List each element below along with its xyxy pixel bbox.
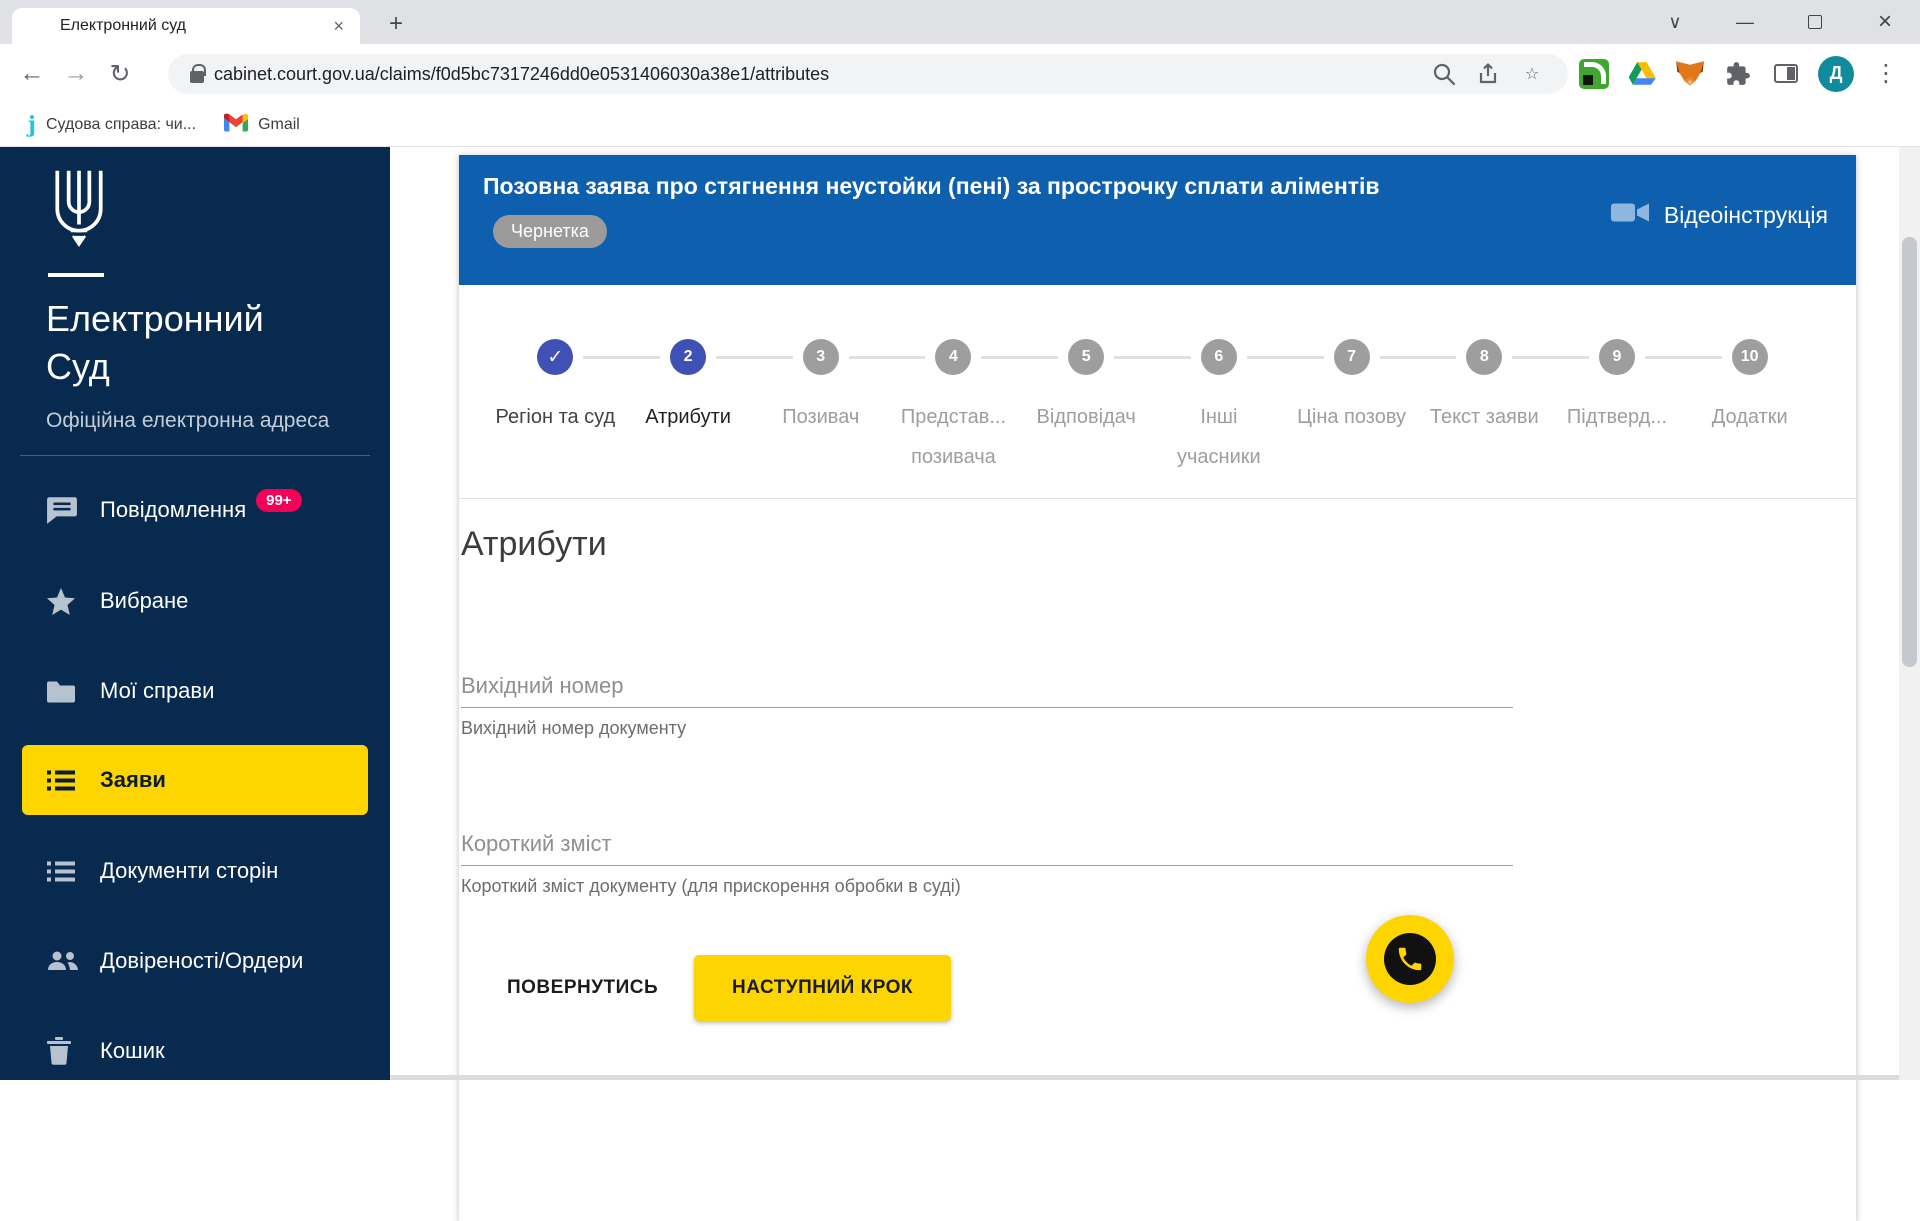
sidebar-item-label: Кошик [100, 1038, 165, 1064]
page-scrollbar[interactable] [1899, 147, 1920, 1080]
window-maximize-button[interactable] [1780, 0, 1850, 44]
share-icon[interactable] [1466, 54, 1510, 94]
people-icon [46, 949, 80, 973]
logo-divider [48, 273, 104, 277]
sidebar-item-label: Повідомлення [100, 497, 246, 523]
browser-tab-strip: Електронний суд × + ∨ — × [0, 0, 1920, 44]
claim-title: Позовна заява про стягнення неустойки (п… [483, 173, 1563, 200]
field-hint: Короткий зміст документу (для прискоренн… [461, 876, 1513, 897]
browser-tab[interactable]: Електронний суд × [12, 8, 360, 44]
stepper-step-plaintiff-representative[interactable]: 4 Представ... позивача [887, 339, 1020, 477]
tab-search-chevron-icon[interactable]: ∨ [1640, 0, 1710, 44]
stepper-step-attachments[interactable]: 10 Додатки [1683, 339, 1816, 477]
bookmark-court-case[interactable]: j Судова справа: чи... [28, 112, 196, 138]
electronic-court-app: Електронний Суд Офіційна електронна адре… [0, 147, 1920, 1080]
sidebar-item-favorites[interactable]: Вибране [0, 566, 390, 636]
forward-button[interactable]: → [54, 52, 98, 96]
url-text[interactable]: cabinet.court.gov.ua/claims/f0d5bc731724… [214, 64, 1422, 85]
gmail-icon [224, 113, 248, 137]
next-step-button[interactable]: НАСТУПНИЙ КРОК [694, 955, 951, 1021]
page-bottom-edge [390, 1075, 1899, 1080]
outgoing-number-field: Вихідний номер документу [461, 665, 1513, 739]
sidebar-item-label: Мої справи [100, 678, 214, 704]
reload-button[interactable]: ↻ [98, 52, 142, 96]
google-drive-icon[interactable] [1626, 58, 1658, 90]
window-controls: ∨ — × [1640, 0, 1920, 44]
window-minimize-button[interactable]: — [1710, 0, 1780, 44]
sidebar-item-label: Документи сторін [100, 858, 278, 884]
wizard-stepper: ✓ Регіон та суд 2 Атрибути 3 Позивач 4 П… [489, 339, 1816, 477]
list-icon [46, 768, 80, 793]
phone-icon [1384, 933, 1436, 985]
stepper-step-confirmation[interactable]: 9 Підтверд... [1551, 339, 1684, 477]
bookmark-star-icon[interactable]: ☆ [1510, 54, 1554, 94]
video-camera-icon [1610, 199, 1650, 232]
unread-count-badge: 99+ [256, 489, 301, 512]
sidebar-item-powers-of-attorney[interactable]: Довіреності/Ордери [0, 926, 390, 996]
video-link-label: Відеоінструкція [1664, 202, 1828, 229]
trash-icon [46, 1037, 80, 1065]
sidebar-item-label: Довіреності/Ордери [100, 948, 303, 974]
app-brand-subtitle: Офіційна електронна адреса [46, 409, 329, 433]
tab-title: Електронний суд [60, 17, 329, 35]
side-panel-icon[interactable] [1770, 58, 1802, 90]
status-badge: Чернетка [493, 215, 607, 248]
scrollbar-thumb[interactable] [1902, 237, 1917, 667]
stepper-step-plaintiff[interactable]: 3 Позивач [754, 339, 887, 477]
bookmarks-bar: j Судова справа: чи... Gmail [0, 103, 1920, 147]
sidebar-divider [20, 455, 370, 456]
extensions-row: Д ⋮ [1578, 44, 1902, 103]
sidebar-item-claims[interactable]: Заяви [0, 745, 390, 815]
address-bar[interactable]: cabinet.court.gov.ua/claims/f0d5bc731724… [168, 54, 1568, 94]
stepper-step-attributes[interactable]: 2 Атрибути [622, 339, 755, 477]
stepper-step-region[interactable]: ✓ Регіон та суд [489, 339, 622, 477]
privat24-extension-icon[interactable] [1578, 58, 1610, 90]
video-instruction-link[interactable]: Відеоінструкція [1610, 199, 1828, 232]
profile-avatar[interactable]: Д [1818, 56, 1854, 92]
list-icon [46, 859, 80, 884]
message-icon [46, 496, 80, 524]
check-icon: ✓ [547, 346, 563, 369]
field-hint: Вихідний номер документу [461, 718, 1513, 739]
star-icon [46, 587, 80, 616]
ukraine-flag-favicon [24, 18, 48, 34]
page-title: Атрибути [461, 525, 607, 564]
sidebar-item-my-cases[interactable]: Мої справи [0, 656, 390, 726]
sidebar-item-label: Заяви [100, 767, 166, 793]
sidebar-item-label: Вибране [100, 588, 188, 614]
extensions-puzzle-icon[interactable] [1722, 58, 1754, 90]
trident-logo-icon [48, 167, 110, 251]
sidebar-item-trash[interactable]: Кошик [0, 1016, 390, 1086]
metamask-fox-icon[interactable] [1674, 58, 1706, 90]
bookmark-label: Gmail [258, 116, 300, 134]
section-divider [459, 498, 1856, 499]
window-close-button[interactable]: × [1850, 0, 1920, 44]
new-tab-button[interactable]: + [380, 8, 412, 40]
sidebar: Електронний Суд Офіційна електронна адре… [0, 147, 390, 1080]
short-summary-input[interactable] [461, 823, 1513, 866]
search-icon[interactable] [1422, 54, 1466, 94]
back-step-button[interactable]: ПОВЕРНУТИСЬ [507, 955, 643, 1021]
stepper-step-other-participants[interactable]: 6 Інші учасники [1153, 339, 1286, 477]
app-brand-title: Електронний Суд [46, 295, 264, 391]
bookmark-gmail[interactable]: Gmail [224, 113, 300, 137]
back-button[interactable]: ← [10, 52, 54, 96]
bookmark-label: Судова справа: чи... [46, 116, 196, 134]
claim-wizard-card: Позовна заява про стягнення неустойки (п… [459, 155, 1856, 1221]
browser-menu-icon[interactable]: ⋮ [1870, 58, 1902, 90]
claim-header: Позовна заява про стягнення неустойки (п… [459, 155, 1856, 285]
bookmark-j-icon: j [28, 112, 36, 138]
tab-close-icon[interactable]: × [329, 14, 348, 39]
outgoing-number-input[interactable] [461, 665, 1513, 708]
stepper-step-defendant[interactable]: 5 Відповідач [1020, 339, 1153, 477]
short-summary-field: Короткий зміст документу (для прискоренн… [461, 823, 1513, 897]
sidebar-item-party-documents[interactable]: Документи сторін [0, 836, 390, 906]
stepper-step-claim-price[interactable]: 7 Ціна позову [1285, 339, 1418, 477]
stepper-step-claim-text[interactable]: 8 Текст заяви [1418, 339, 1551, 477]
support-call-fab[interactable] [1366, 915, 1454, 1003]
lock-icon[interactable] [190, 71, 204, 83]
sidebar-item-messages[interactable]: Повідомлення 99+ [0, 475, 390, 545]
folder-icon [46, 679, 80, 704]
